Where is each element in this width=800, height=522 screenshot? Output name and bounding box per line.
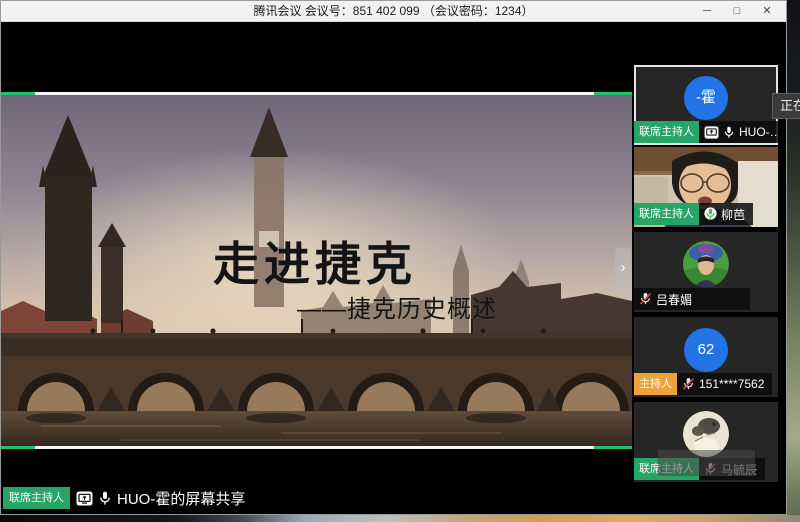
participant-thumb-huo[interactable]: -霍 联席主持人 <box>634 65 778 145</box>
participant-thumb-mayuchen[interactable]: 联席主持人 马毓辰 <box>634 402 778 482</box>
tencent-meeting-screen: 腾讯会议 会议号：851 402 099 （会议密码：1234） ─ □ ✕ <box>0 0 800 522</box>
slide-title: 走进捷克 <box>213 228 417 294</box>
sidebar-collapse-handle[interactable]: › <box>615 248 631 290</box>
maximize-button[interactable]: □ <box>722 1 752 22</box>
participant-name: 151****7562 <box>699 377 764 391</box>
participant-name: HUO-… <box>739 125 778 139</box>
screen-share-icon <box>76 491 93 506</box>
titlebar[interactable]: 腾讯会议 会议号：851 402 099 （会议密码：1234） ─ □ ✕ <box>1 1 786 22</box>
meeting-main-area: 走进捷克 ——捷克历史概述 › 联席主持人 <box>1 22 786 514</box>
participant-name: 吕春媚 <box>656 291 692 308</box>
cohost-badge: 联席主持人 <box>3 487 70 509</box>
window-title: 腾讯会议 会议号：851 402 099 （会议密码：1234） <box>1 1 786 22</box>
minimize-button[interactable]: ─ <box>692 1 722 22</box>
window-controls: ─ □ ✕ <box>692 1 782 22</box>
close-button[interactable]: ✕ <box>752 1 782 22</box>
screen-share-icon <box>704 126 719 139</box>
share-border-top <box>1 92 632 95</box>
sharer-label: HUO-霍的屏幕共享 <box>117 488 245 509</box>
chevron-right-icon: › <box>621 259 626 276</box>
cohost-badge: 联席主持人 <box>634 203 699 225</box>
meeting-window: 腾讯会议 会议号：851 402 099 （会议密码：1234） ─ □ ✕ <box>0 0 787 515</box>
participant-thumb-lvchunmei[interactable]: 吕春媚 <box>634 232 778 312</box>
slide-subtitle: ——捷克历史概述 <box>297 289 497 324</box>
hover-overlay <box>658 450 755 476</box>
microphone-muted-icon <box>639 292 652 306</box>
host-badge: 主持人 <box>634 373 677 395</box>
sharer-status-row: 联席主持人 <box>3 487 251 509</box>
microphone-icon <box>723 126 735 139</box>
microphone-muted-icon <box>682 377 695 391</box>
shared-screen-view: 走进捷克 ——捷克历史概述 <box>1 92 632 449</box>
sharing-indicator-tooltip: 正在 <box>772 93 800 119</box>
participant-name: 柳芭 <box>721 206 745 223</box>
cohost-badge: 联席主持人 <box>634 121 699 143</box>
share-border-bottom <box>1 446 632 449</box>
avatar-image <box>683 241 729 287</box>
microphone-icon <box>98 491 112 506</box>
microphone-active-icon <box>704 207 717 221</box>
background-window-sliver-right <box>787 0 800 522</box>
avatar-initial: -霍 <box>684 76 728 120</box>
background-window-sliver-bottom <box>0 515 800 522</box>
participant-thumb-host[interactable]: 62 主持人 151****7562 <box>634 317 778 397</box>
participant-thumb-liuba[interactable]: 联席主持人 柳芭 <box>634 147 778 227</box>
avatar-initial: 62 <box>684 328 728 372</box>
